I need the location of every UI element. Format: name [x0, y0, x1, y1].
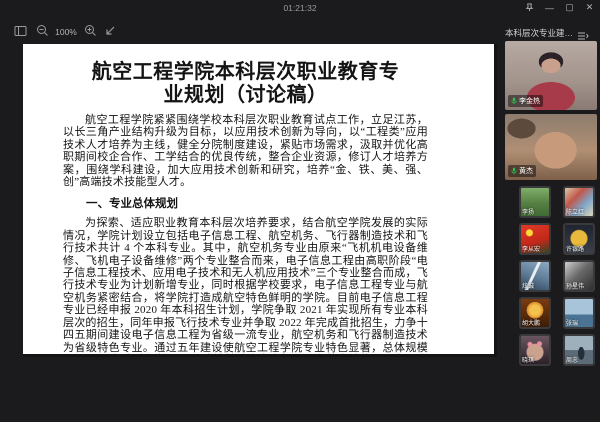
- video-sidebar: 李金热 黄杰: [505, 41, 597, 189]
- participant-name: 周忠: [566, 355, 578, 364]
- participant-name: 李扬: [522, 207, 534, 216]
- zoom-level[interactable]: 100%: [53, 27, 79, 37]
- zoom-out-icon[interactable]: [36, 24, 50, 38]
- name-badge: 黄杰: [508, 165, 536, 177]
- document-paragraph-2: 为探索、适应职业教育本科层次培养要求，结合航空学院发展的实际情况，学院计划设立包…: [63, 217, 428, 357]
- participant-tile[interactable]: 炫诚: [519, 260, 551, 292]
- mic-on-icon: [511, 97, 517, 105]
- video-tile-featured-1[interactable]: 李金热: [505, 41, 597, 110]
- participant-name: 炫诚: [522, 281, 534, 290]
- maximize-button[interactable]: ▢: [563, 1, 576, 14]
- participant-grid: 李扬 陈立红 李从宏 许银路 炫诚 孙星伟 胡大鹏 张瑞 晓琪 周忠: [519, 186, 597, 366]
- participant-tile[interactable]: 李从宏: [519, 223, 551, 255]
- participant-tile[interactable]: 周忠: [563, 334, 595, 366]
- document-paragraph-1: 航空工程学院紧紧围绕学校本科层次职业教育试点工作，立足江苏，以长三角产业结构升级…: [63, 114, 428, 188]
- meeting-duration: 01:21:32: [0, 3, 600, 13]
- participant-tile[interactable]: 张瑞: [563, 297, 595, 329]
- participant-name: 晓琪: [522, 355, 534, 364]
- participant-name: 孙星伟: [566, 281, 584, 290]
- panel-toggle-icon[interactable]: [14, 24, 28, 38]
- participant-name: 黄杰: [519, 166, 533, 176]
- participant-tile[interactable]: 孙星伟: [563, 260, 595, 292]
- participant-name: 胡大鹏: [522, 318, 540, 327]
- name-badge: 李金热: [508, 95, 543, 107]
- document-title: 航空工程学院本科层次职业教育专业规划（讨论稿）: [88, 61, 404, 107]
- sidebar-header: 本科层次专业建…: [505, 26, 597, 40]
- participant-tile[interactable]: 李扬: [519, 186, 551, 218]
- meeting-window: 01:21:32 — ▢ ✕ 100%: [0, 0, 600, 422]
- minimize-button[interactable]: —: [543, 1, 556, 14]
- participant-tile[interactable]: 陈立红: [563, 186, 595, 218]
- participant-name: 许银路: [566, 244, 584, 253]
- pointer-icon[interactable]: [104, 24, 118, 38]
- document-heading-1: 一、专业总体规划: [63, 195, 428, 211]
- participant-tile[interactable]: 胡大鹏: [519, 297, 551, 329]
- participant-name: 陈立红: [566, 207, 584, 216]
- participant-tile[interactable]: 晓琪: [519, 334, 551, 366]
- titlebar: 01:21:32 — ▢ ✕: [0, 0, 600, 16]
- participant-name: 李金热: [519, 96, 540, 106]
- participant-name: 张瑞: [566, 318, 578, 327]
- close-button[interactable]: ✕: [583, 1, 596, 14]
- layout-toggle-icon[interactable]: [577, 28, 589, 38]
- control-bar: [0, 368, 600, 422]
- mic-on-icon: [511, 167, 517, 175]
- participant-name: 李从宏: [522, 244, 540, 253]
- zoom-in-icon[interactable]: [84, 24, 98, 38]
- sidebar-title: 本科层次专业建…: [505, 27, 573, 39]
- pin-icon[interactable]: [523, 1, 536, 14]
- participant-tile[interactable]: 许银路: [563, 223, 595, 255]
- shared-screen-document: 航空工程学院本科层次职业教育专业规划（讨论稿） 航空工程学院紧紧围绕学校本科层次…: [23, 44, 497, 357]
- video-tile-featured-2[interactable]: 黄杰: [505, 114, 597, 180]
